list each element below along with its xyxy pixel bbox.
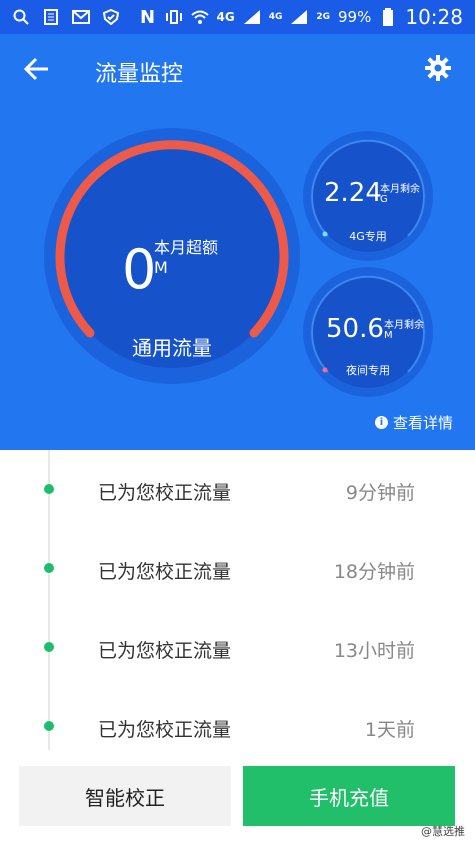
view-details-label: 查看详情	[392, 414, 453, 432]
night-traffic-gauge[interactable]: 50.6 本月剩余 M 夜间专用	[302, 266, 434, 398]
4g-caption: 4G专用	[349, 230, 387, 243]
list-item-text: 已为您校正流量	[98, 561, 232, 583]
timeline-dot	[44, 563, 54, 573]
notes-icon	[42, 9, 60, 25]
list-item: 已为您校正流量 13小时前	[0, 608, 475, 687]
back-button[interactable]	[22, 54, 52, 84]
search-icon	[12, 9, 30, 25]
clock: 10:28	[405, 5, 463, 29]
list-item-text: 已为您校正流量	[98, 482, 232, 504]
general-label: 本月超额	[154, 238, 219, 257]
list-item: 已为您校正流量 9分钟前	[0, 450, 475, 529]
timeline-dot	[44, 484, 54, 494]
timeline-dot	[44, 721, 54, 731]
network-type-sim2: 2G	[316, 12, 331, 22]
settings-button[interactable]	[424, 54, 452, 82]
night-value: 50.6	[326, 314, 384, 344]
recharge-button[interactable]: 手机充值	[243, 766, 455, 826]
night-label: 本月剩余	[384, 320, 424, 331]
watermark: @慧选推	[421, 825, 465, 838]
general-value: 0	[122, 238, 157, 301]
nfc-icon: N	[139, 6, 156, 28]
gear-icon	[425, 55, 451, 81]
list-item: 已为您校正流量 1天前	[0, 687, 475, 766]
network-type-sim1: 4G	[268, 12, 283, 22]
battery-percent: 99%	[338, 8, 372, 26]
wifi-icon	[190, 9, 209, 25]
network-type: 4G	[216, 10, 235, 24]
signal-icon-sim2	[290, 9, 308, 25]
page-title: 流量监控	[95, 62, 184, 87]
app-screen: N 4G 4G 2G 99% 10:28 流量监控 0 本月超额 M 通用流量 …	[0, 0, 475, 845]
list-item-time: 9分钟前	[345, 482, 415, 504]
4g-value: 2.24	[324, 178, 382, 208]
battery-icon	[379, 8, 397, 26]
night-caption: 夜间专用	[346, 364, 390, 377]
info-icon: i	[374, 416, 388, 429]
back-arrow-icon	[23, 57, 48, 81]
list-item-text: 已为您校正流量	[98, 719, 232, 741]
shield-check-icon	[102, 9, 120, 25]
timeline-dot	[44, 642, 54, 652]
list-item-time: 13小时前	[333, 640, 415, 662]
vibrate-icon	[165, 9, 183, 25]
smart-calibrate-button[interactable]: 智能校正	[19, 766, 231, 826]
4g-unit: G	[380, 194, 388, 205]
general-caption: 通用流量	[132, 336, 212, 360]
night-unit: M	[384, 330, 393, 341]
4g-traffic-gauge[interactable]: 2.24 本月剩余 G 4G专用	[302, 130, 434, 262]
signal-icon-sim1	[243, 9, 261, 25]
list-item: 已为您校正流量 18分钟前	[0, 529, 475, 608]
mail-icon	[72, 9, 90, 25]
list-item-time: 1天前	[364, 719, 415, 741]
list-item-time: 18分钟前	[333, 561, 415, 583]
list-item-text: 已为您校正流量	[98, 640, 232, 662]
general-traffic-gauge[interactable]: 0 本月超额 M 通用流量	[42, 126, 302, 386]
general-unit: M	[154, 258, 168, 277]
4g-label: 本月剩余	[380, 184, 420, 195]
status-bar: N 4G 4G 2G 99% 10:28	[0, 0, 475, 34]
view-details-link[interactable]: i 查看详情	[374, 412, 453, 433]
header-panel: 流量监控 0 本月超额 M 通用流量 2.24 本月剩余 G 4G专用 50.6…	[0, 34, 475, 450]
